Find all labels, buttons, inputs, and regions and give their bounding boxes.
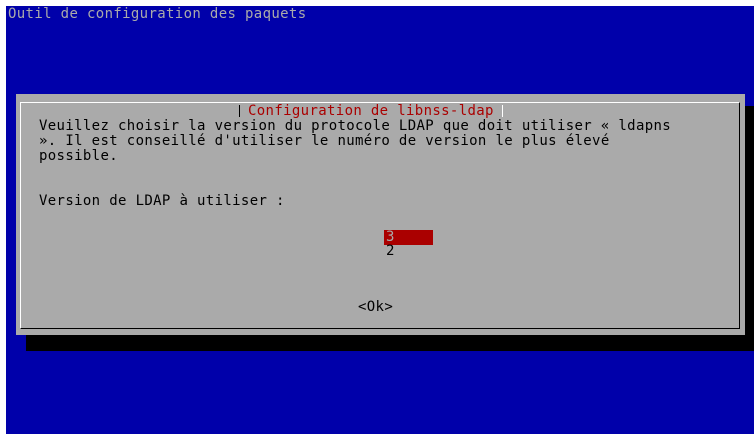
dialog-frame: Configuration de libnss-ldap Veuillez ch…: [20, 102, 740, 329]
description-line: possible.: [39, 148, 119, 164]
dialog-shadow-bottom: [26, 335, 754, 351]
description-line: ». Il est conseillé d'utiliser le numéro…: [39, 133, 610, 149]
title-right-tick: [501, 105, 503, 117]
prompt-label: Version de LDAP à utiliser :: [39, 193, 285, 209]
dialog-title: Configuration de libnss-ldap: [248, 102, 494, 119]
ok-button[interactable]: <Ok>: [358, 300, 393, 315]
ldap-version-option-2[interactable]: 2: [384, 244, 433, 259]
dialog-title-bar: Configuration de libnss-ldap: [233, 103, 509, 119]
terminal-screen: Outil de configuration des paquets Confi…: [6, 6, 754, 434]
config-dialog: Configuration de libnss-ldap Veuillez ch…: [16, 94, 745, 335]
backtitle: Outil de configuration des paquets: [8, 6, 307, 22]
description-line: Veuillez choisir la version du protocole…: [39, 118, 672, 134]
dialog-shadow-right: [745, 106, 754, 351]
